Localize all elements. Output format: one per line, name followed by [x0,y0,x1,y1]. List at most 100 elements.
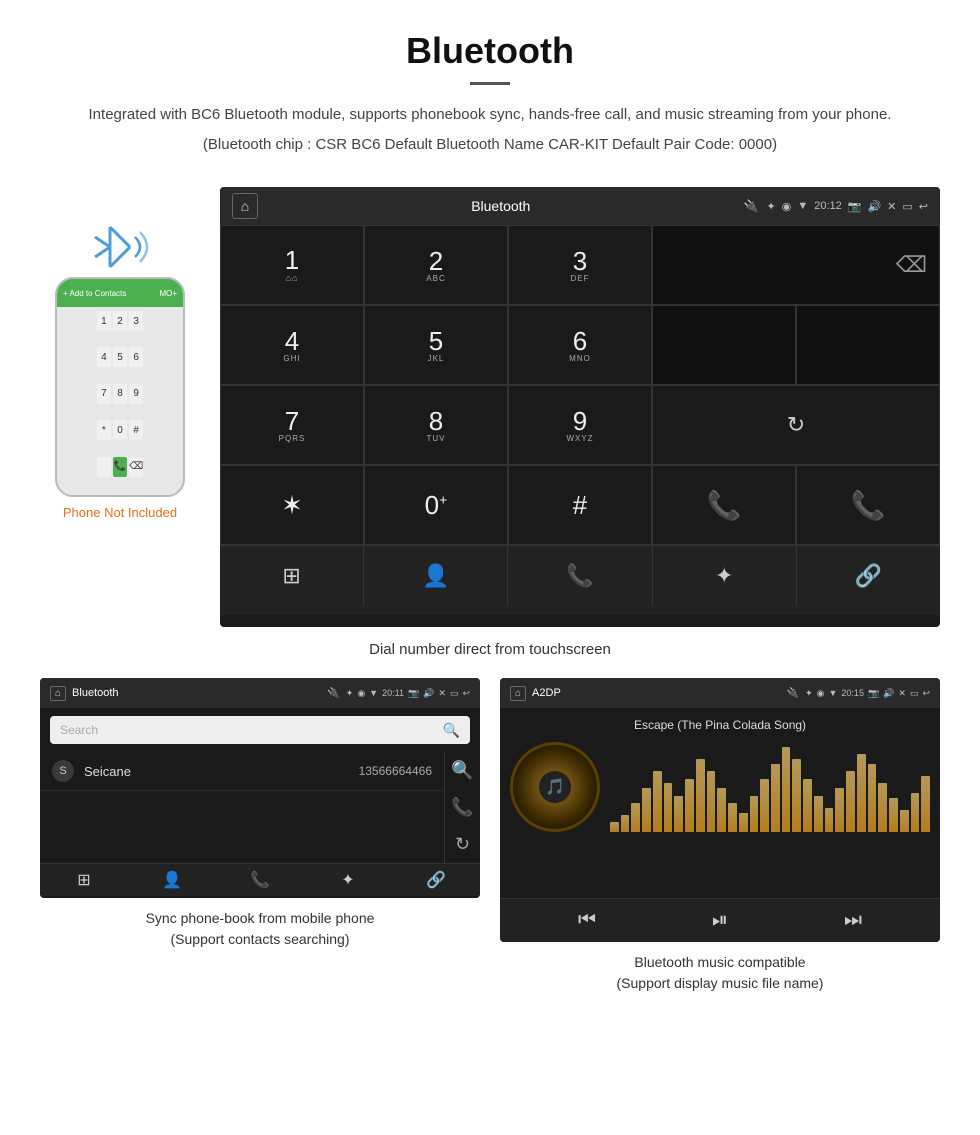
window-icon: ▭ [902,200,912,213]
pb-phone-icon[interactable]: 📞 [216,870,304,890]
dial-screen-title: Bluetooth [266,198,736,214]
phone-key-del: ⌫ [129,457,143,477]
contact-name: Seicane [84,764,349,779]
dial-key-star[interactable]: ✶ [220,465,364,545]
pb-vol-icon: 🔊 [423,688,434,699]
music-content: Escape (The Pina Colada Song) 🎵 [500,708,940,898]
call-action-icon[interactable]: 📞 [451,797,473,818]
viz-bar [857,754,866,832]
music-caption-line1: Bluetooth music compatible [634,954,805,970]
phone-key-9: 9 [129,384,143,404]
bluetooth-tab[interactable]: ✦ [653,546,797,606]
link-tab[interactable]: 🔗 [797,546,940,606]
phone-tab[interactable]: 📞 [508,546,652,606]
music-vol-icon: 🔊 [883,688,894,699]
viz-bar [803,779,812,832]
dial-key-3[interactable]: 3DEF [508,225,652,305]
contact-avatar-s: S [52,760,74,782]
wifi-icon: ▼ [797,200,808,212]
viz-bar [685,779,694,832]
viz-bar [825,808,834,832]
bluetooth-status-icon: ✦ [767,200,776,213]
home-icon[interactable]: ⌂ [232,193,258,219]
pb-cam-icon: 📷 [408,688,419,699]
dial-key-7[interactable]: 7PQRS [220,385,364,465]
pb-bt-icon-toolbar[interactable]: ✦ [304,870,392,890]
dial-key-8[interactable]: 8TUV [364,385,508,465]
music-caption-line2: (Support display music file name) [617,975,824,991]
contact-number: 13566664466 [359,764,432,778]
song-title: Escape (The Pina Colada Song) [634,718,806,732]
viz-bar [739,813,748,832]
phone-key-5: 5 [113,347,127,367]
phone-key-0: 0 [113,420,127,440]
pb-caption-line1: Sync phone-book from mobile phone [146,910,375,926]
pb-status-icons: ✦ ◉ ▼ 20:11 📷 🔊 ✕ ▭ ↩ [346,688,470,699]
pb-contacts-icon[interactable]: 👤 [128,870,216,890]
phone-key-empty [97,457,111,477]
phone-key-6: 6 [129,347,143,367]
phonebook-bottom-toolbar: ⊞ 👤 📞 ✦ 🔗 [40,863,480,896]
contact-area: S Seicane 13566664466 🔍 📞 ↻ [40,752,480,863]
refresh-action-icon[interactable]: ↻ [455,834,470,855]
viz-bar [814,796,823,832]
pb-keypad-icon[interactable]: ⊞ [40,870,128,890]
phone-add-contact: + Add to Contacts [63,289,126,298]
refresh-button[interactable]: ↻ [652,385,940,465]
search-action-icon[interactable]: 🔍 [451,760,473,781]
music-x-icon: ✕ [898,688,906,699]
dial-key-1[interactable]: 1⌂⌂ [220,225,364,305]
phone-key-7: 7 [97,384,111,404]
music-home-icon[interactable]: ⌂ [510,686,526,701]
prev-track-button[interactable]: ⏮ [578,909,596,932]
bluetooth-info: (Bluetooth chip : CSR BC6 Default Blueto… [60,133,920,157]
search-bar[interactable]: Search 🔍 [50,716,470,744]
dial-key-5[interactable]: 5JKL [364,305,508,385]
next-track-button[interactable]: ⏭ [844,909,862,932]
usb-icon: 🔌 [744,199,759,213]
play-pause-button[interactable]: ⏯ [712,909,728,932]
dial-key-6[interactable]: 6MNO [508,305,652,385]
music-block: ⌂ A2DP 🔌 ✦ ◉ ▼ 20:15 📷 🔊 ✕ ▭ ↩ Escape (T… [500,678,940,994]
dial-display-3 [796,305,940,385]
phone-key-hash: # [129,420,143,440]
viz-bar [760,779,769,832]
status-icons-group: ✦ ◉ ▼ 20:12 📷 🔊 ✕ ▭ ↩ [767,200,929,213]
viz-bar [642,788,651,832]
contact-row-seicane[interactable]: S Seicane 13566664466 [40,752,444,791]
call-button[interactable]: 📞 [652,465,796,545]
music-time: 20:15 [841,688,864,698]
phone-key-3: 3 [129,311,143,331]
title-divider [470,82,510,85]
phone-key-star: * [97,420,111,440]
pb-link-icon[interactable]: 🔗 [392,870,480,890]
phonebook-status-bar: ⌂ Bluetooth 🔌 ✦ ◉ ▼ 20:11 📷 🔊 ✕ ▭ ↩ [40,678,480,708]
dial-display: ⌫ [652,225,940,305]
pb-home-icon[interactable]: ⌂ [50,686,66,701]
contacts-tab[interactable]: 👤 [364,546,508,606]
pb-caption-line2: (Support contacts searching) [171,931,350,947]
dial-key-2[interactable]: 2ABC [364,225,508,305]
phone-top-bar: + Add to Contacts MO+ [57,279,183,307]
camera-icon: 📷 [848,200,862,213]
volume-icon: 🔊 [867,200,881,213]
pb-time: 20:11 [382,688,404,698]
page-header: Bluetooth Integrated with BC6 Bluetooth … [0,0,980,167]
dial-key-hash[interactable]: # [508,465,652,545]
dial-key-9[interactable]: 9WXYZ [508,385,652,465]
end-call-button[interactable]: 📞 [796,465,940,545]
phone-key-8: 8 [113,384,127,404]
vinyl-center: 🎵 [539,771,571,803]
viz-bar [717,788,726,832]
viz-bar [696,759,705,832]
dial-key-0[interactable]: 0+ [364,465,508,545]
music-status-bar: ⌂ A2DP 🔌 ✦ ◉ ▼ 20:15 📷 🔊 ✕ ▭ ↩ [500,678,940,708]
phone-call-btn: 📞 [113,457,127,477]
phonebook-block: ⌂ Bluetooth 🔌 ✦ ◉ ▼ 20:11 📷 🔊 ✕ ▭ ↩ [40,678,480,994]
keypad-tab[interactable]: ⊞ [220,546,364,606]
music-back-icon: ↩ [922,688,930,699]
music-visualizer [610,742,930,832]
pb-x-icon: ✕ [438,688,446,699]
phonebook-action-icons: 🔍 📞 ↻ [444,752,480,863]
dial-key-4[interactable]: 4GHI [220,305,364,385]
